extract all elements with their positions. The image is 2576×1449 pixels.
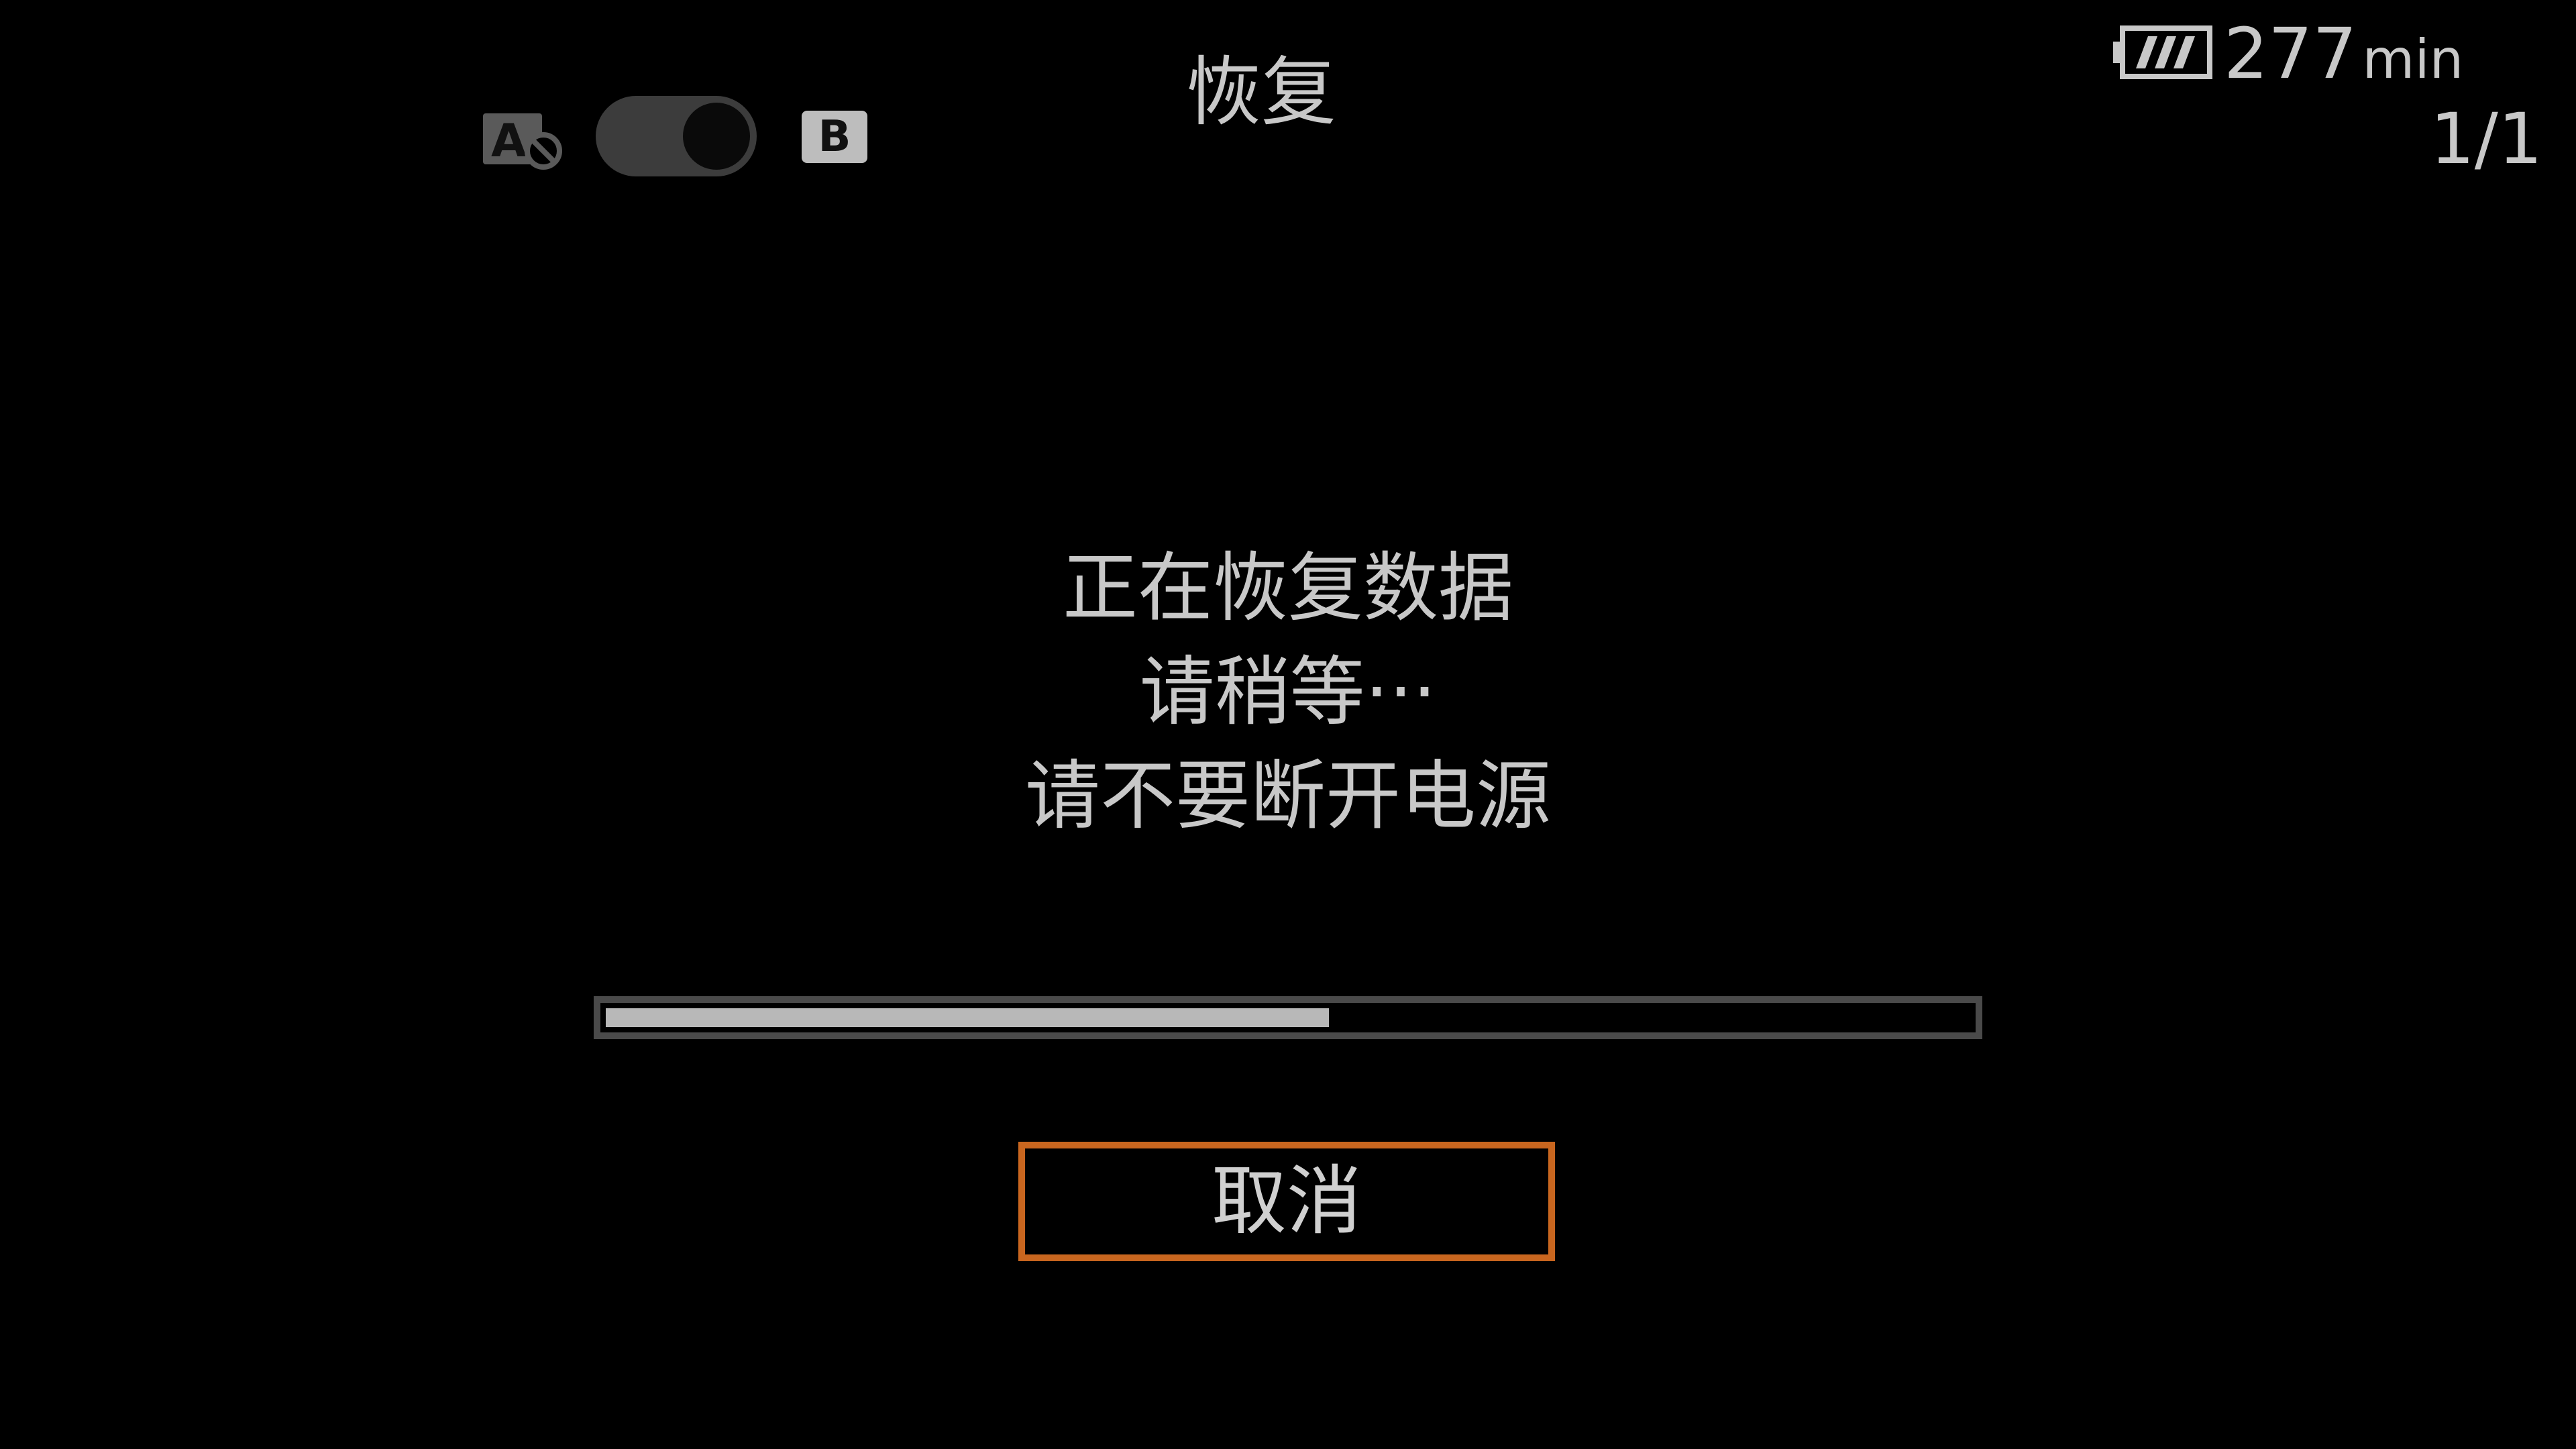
mode-toggle-switch[interactable] <box>596 96 757 176</box>
status-message: 正在恢复数据 请稍等··· 请不要断开电源 <box>818 537 1758 849</box>
toggle-knob <box>683 103 750 170</box>
b-mode-icon: B <box>802 111 867 163</box>
progress-bar <box>594 996 1982 1039</box>
svg-text:A: A <box>491 115 527 168</box>
screen-title: 恢复 <box>1186 49 1336 136</box>
progress-bar-fill <box>606 1008 1329 1027</box>
battery-remaining: 277 min <box>2224 12 2463 101</box>
page-indicator: 1/1 <box>2430 98 2542 180</box>
message-line-power-warning: 请不要断开电源 <box>1025 753 1551 840</box>
cancel-button[interactable]: 取消 <box>1018 1142 1555 1261</box>
battery-time-unit: min <box>2362 28 2464 91</box>
message-line-restoring: 正在恢复数据 <box>1063 545 1513 632</box>
battery-full-icon <box>2113 25 2214 79</box>
a-cancel-icon: A <box>483 109 564 170</box>
battery-time-value: 277 <box>2224 13 2357 95</box>
message-line-wait: 请稍等··· <box>1139 649 1437 736</box>
